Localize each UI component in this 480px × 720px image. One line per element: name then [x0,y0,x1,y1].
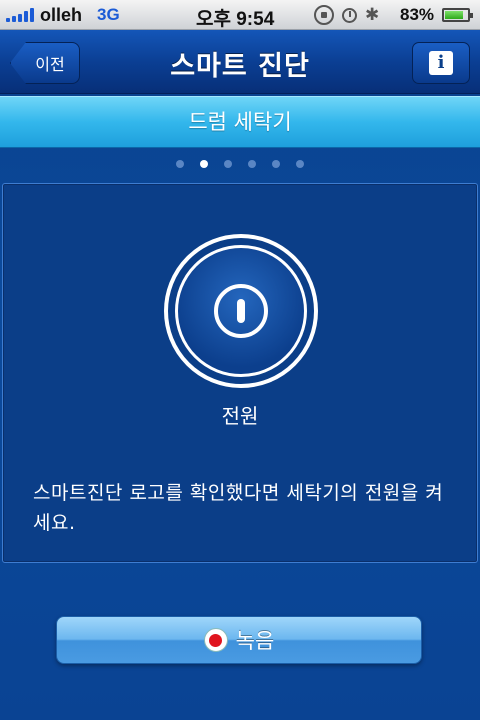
power-button-illustration [164,234,318,388]
page-dot[interactable] [272,160,280,168]
page-dot[interactable] [248,160,256,168]
appliance-header: 드럼 세탁기 [0,96,480,148]
page-title: 스마트 진단 [170,51,310,82]
power-icon [214,284,268,338]
page-dot-active[interactable] [200,160,208,168]
network-type: 3G [97,5,120,24]
status-time: 오후 9:54 [196,9,275,30]
record-button-label: 녹음 [235,629,275,653]
record-icon [203,628,228,652]
navigation-bar: 이전 스마트 진단 i [0,30,480,94]
carrier-label: olleh [40,5,83,25]
page-dot[interactable] [176,160,184,168]
instruction-text: 스마트진단 로고를 확인했다면 세탁기의 전원을 켜세요. [33,482,444,534]
signal-icon [6,8,34,22]
page-indicator[interactable] [0,160,480,168]
page-dot[interactable] [296,160,304,168]
battery-percent: 83% [400,5,435,24]
power-label: 전원 [221,404,259,428]
info-button[interactable]: i [412,42,470,84]
info-icon: i [429,51,453,75]
rotation-lock-icon [314,5,334,25]
record-button[interactable]: 녹음 [56,616,422,664]
bluetooth-icon: ✱ [365,5,380,24]
diagnosis-panel: 전원 스마트진단 로고를 확인했다면 세탁기의 전원을 켜세요. [2,183,478,563]
alarm-icon [342,7,357,23]
page-dot[interactable] [224,160,232,168]
status-bar: olleh 3G 오후 9:54 ✱ 83% [0,0,480,30]
battery-icon [442,8,473,22]
